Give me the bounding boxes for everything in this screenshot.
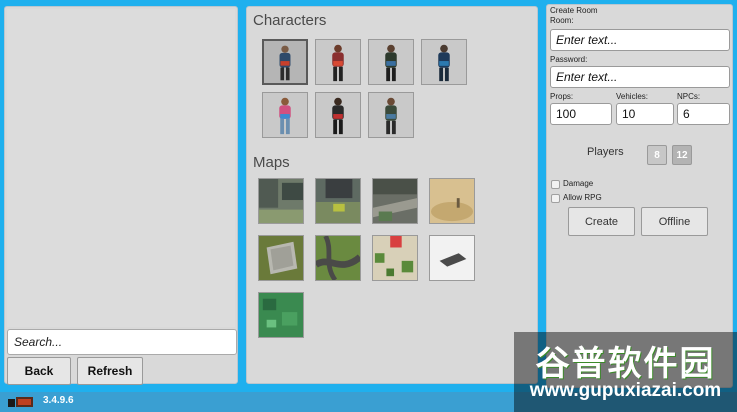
npcs-input[interactable] xyxy=(678,104,729,124)
map-thumb-3[interactable] xyxy=(372,178,418,224)
character-thumb-6[interactable] xyxy=(315,92,361,138)
room-list-panel: Back Refresh xyxy=(4,6,238,385)
map-thumb-6[interactable] xyxy=(315,235,361,281)
watermark-url: www.gupuxiazai.com xyxy=(529,380,722,401)
props-input[interactable] xyxy=(551,104,611,124)
version-label: 3.4.9.6 xyxy=(43,395,74,406)
character-thumb-1[interactable] xyxy=(262,39,308,85)
maps-heading: Maps xyxy=(253,154,290,171)
damage-checkbox[interactable] xyxy=(551,180,560,189)
character-thumb-4[interactable] xyxy=(421,39,467,85)
offline-button[interactable]: Offline xyxy=(641,207,708,236)
map-thumb-2[interactable] xyxy=(315,178,361,224)
players-option-8[interactable]: 8 xyxy=(647,145,667,165)
watermark: 谷普软件园 www.gupuxiazai.com xyxy=(514,332,737,412)
room-input[interactable] xyxy=(551,30,729,50)
selection-panel: Characters Maps xyxy=(246,6,538,384)
map-thumb-1[interactable] xyxy=(258,178,304,224)
character-thumb-5[interactable] xyxy=(262,92,308,138)
app-logo-icon xyxy=(8,397,33,407)
create-room-title: Create Room xyxy=(550,6,598,15)
players-label: Players xyxy=(587,146,624,158)
password-label: Password: xyxy=(550,55,588,64)
props-label: Props: xyxy=(550,92,574,101)
character-thumb-7[interactable] xyxy=(368,92,414,138)
vehicles-field[interactable] xyxy=(616,103,674,125)
create-button[interactable]: Create xyxy=(568,207,635,236)
map-thumb-4[interactable] xyxy=(429,178,475,224)
damage-label: Damage xyxy=(563,179,594,188)
vehicles-input[interactable] xyxy=(617,104,673,124)
search-box[interactable] xyxy=(7,329,237,355)
npcs-label: NPCs: xyxy=(677,92,701,101)
vehicles-label: Vehicles: xyxy=(616,92,649,101)
back-button[interactable]: Back xyxy=(7,357,71,385)
character-thumb-2[interactable] xyxy=(315,39,361,85)
npcs-field[interactable] xyxy=(677,103,730,125)
map-thumb-7[interactable] xyxy=(372,235,418,281)
map-thumb-5[interactable] xyxy=(258,235,304,281)
password-input[interactable] xyxy=(551,67,729,87)
search-input[interactable] xyxy=(8,330,236,354)
allow-rpg-checkbox[interactable] xyxy=(551,194,560,203)
room-label: Room: xyxy=(550,16,574,25)
password-field[interactable] xyxy=(550,66,730,88)
watermark-title: 谷普软件园 xyxy=(535,345,716,383)
room-field[interactable] xyxy=(550,29,730,51)
create-room-panel: Create Room Room: Password: Props: Vehic… xyxy=(546,4,733,388)
map-thumb-8[interactable] xyxy=(429,235,475,281)
refresh-button[interactable]: Refresh xyxy=(77,357,143,385)
character-thumb-3[interactable] xyxy=(368,39,414,85)
map-thumb-9[interactable] xyxy=(258,292,304,338)
characters-heading: Characters xyxy=(253,12,327,29)
players-option-12[interactable]: 12 xyxy=(672,145,692,165)
props-field[interactable] xyxy=(550,103,612,125)
room-list[interactable] xyxy=(7,9,235,327)
allow-rpg-label: Allow RPG xyxy=(563,193,602,202)
